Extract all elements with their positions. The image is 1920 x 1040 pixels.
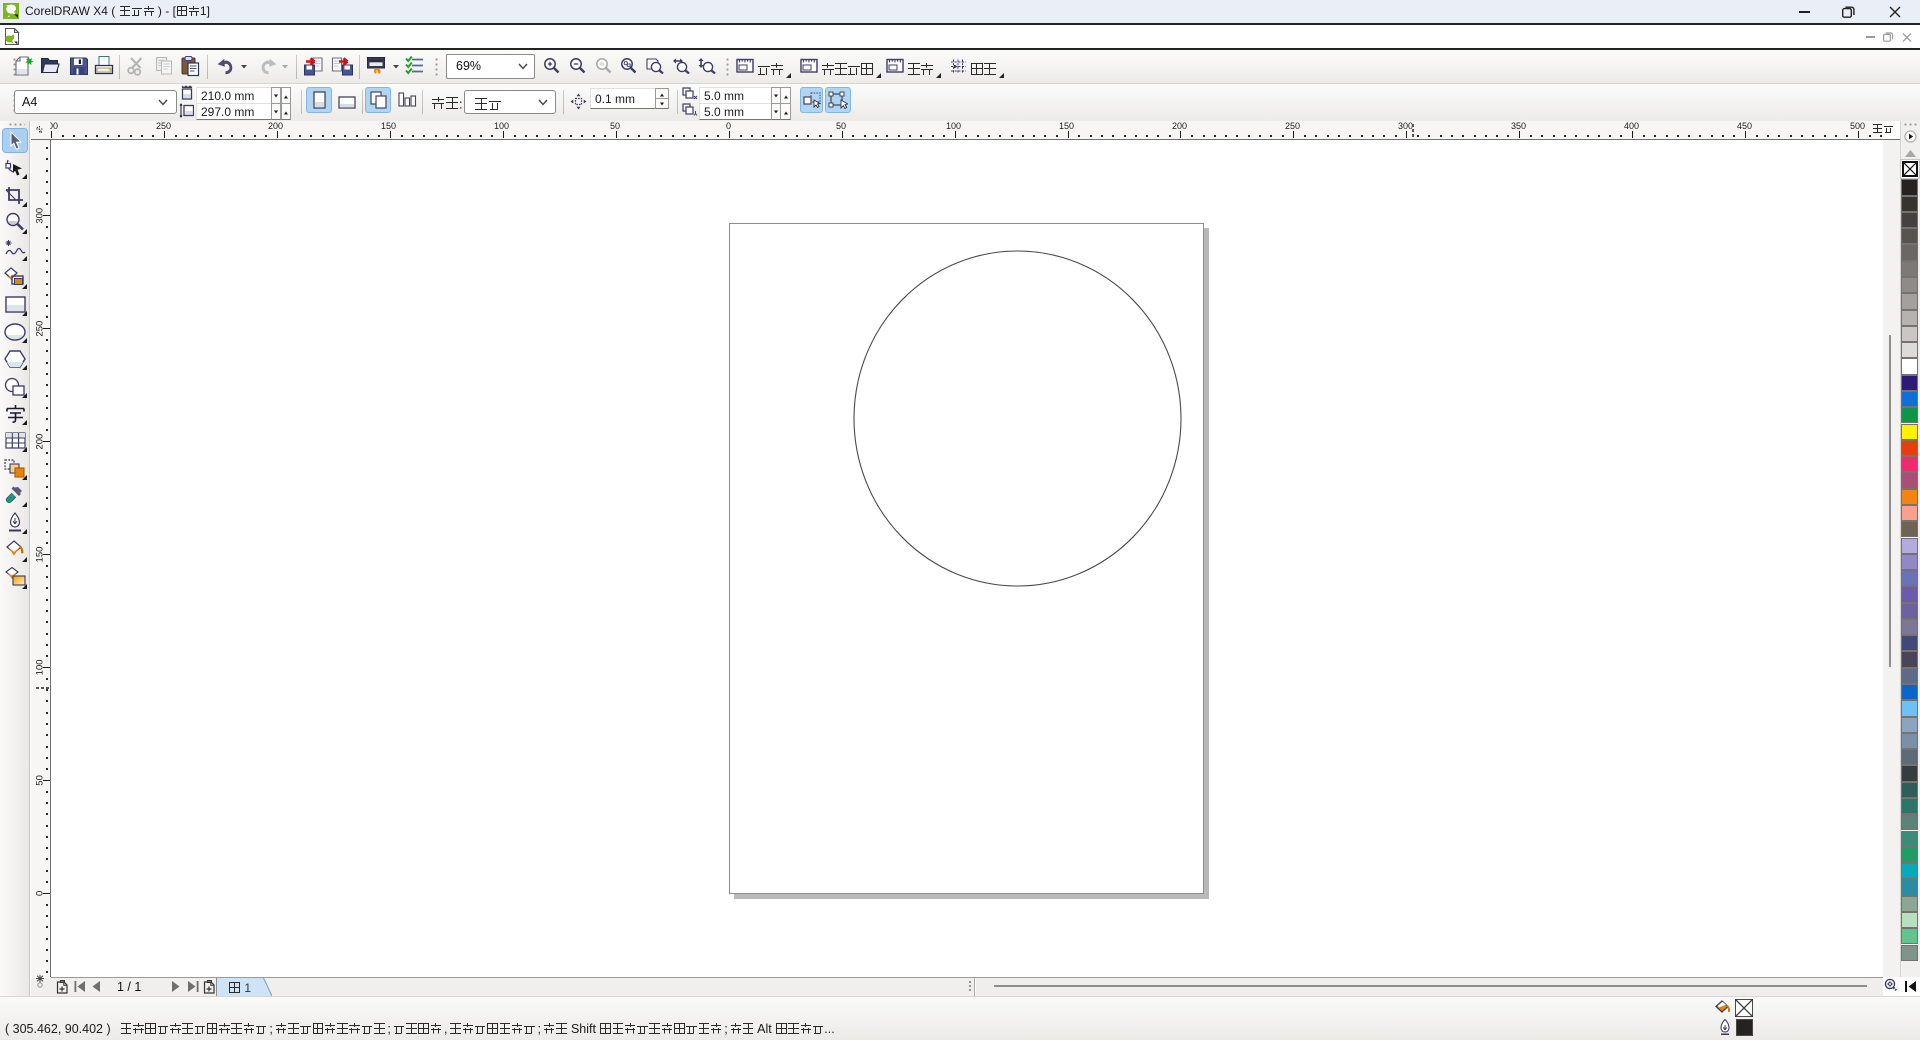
svg-text:200: 200 xyxy=(35,434,46,450)
svg-text:50: 50 xyxy=(35,775,46,786)
svg-text:100: 100 xyxy=(35,659,46,675)
svg-text:250: 250 xyxy=(35,321,46,337)
svg-text:0: 0 xyxy=(35,891,46,896)
svg-text:300: 300 xyxy=(35,208,46,224)
svg-text:150: 150 xyxy=(35,547,46,563)
